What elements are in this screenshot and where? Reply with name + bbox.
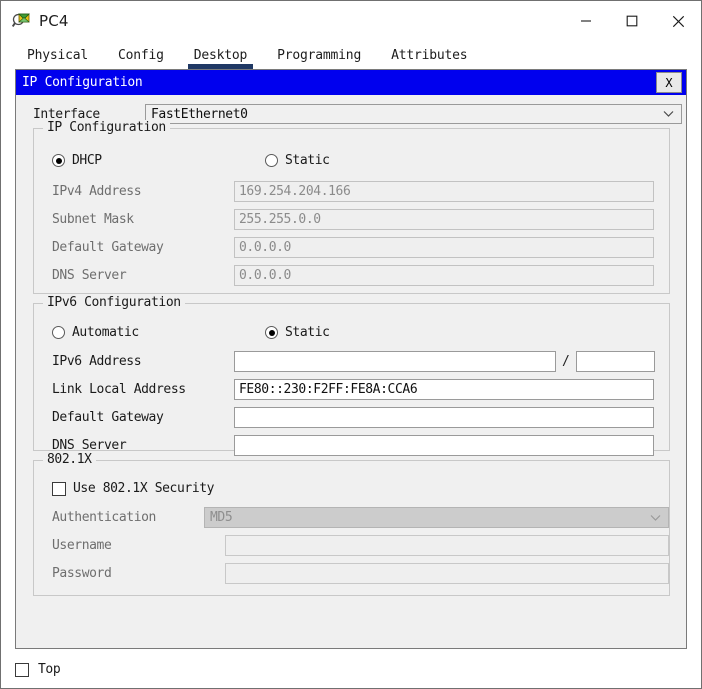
packet-tracer-pc-icon — [11, 12, 30, 30]
subnet-mask-label: Subnet Mask — [52, 212, 134, 227]
ipv6-prefix-input[interactable] — [575, 351, 655, 372]
ipv6-configuration-group: IPv6 Configuration Automatic Static IPv6… — [33, 295, 670, 456]
tab-attributes[interactable]: Attributes — [381, 48, 477, 69]
ipv6-group-title: IPv6 Configuration — [43, 295, 185, 310]
subnet-mask-input[interactable]: 255.255.0.0 — [234, 209, 654, 230]
minimize-icon — [581, 20, 591, 22]
authentication-value: MD5 — [210, 510, 233, 525]
ipv6-address-label: IPv6 Address — [52, 354, 142, 369]
username-label: Username — [52, 538, 112, 553]
ipv4-address-label: IPv4 Address — [52, 184, 142, 199]
username-row: Username — [34, 535, 669, 556]
ipv6-static-label: Static — [285, 325, 330, 340]
ipv6-default-gateway-label: Default Gateway — [52, 410, 164, 425]
ipv4-group-title: IP Configuration — [43, 120, 170, 135]
ipv6-automatic-label: Automatic — [72, 325, 139, 340]
static-ipv4-radio[interactable] — [265, 154, 278, 167]
desktop-content-area: IP Configuration X Interface FastEtherne… — [1, 69, 701, 688]
ipv6-dns-server-label: DNS Server — [52, 438, 127, 453]
ipv6-automatic-radio-option[interactable]: Automatic — [52, 325, 139, 340]
pc-device-window: PC4 Physical Config Desktop Programming … — [0, 0, 702, 689]
ipv4-dns-server-row: DNS Server 0.0.0.0 — [34, 265, 669, 286]
dialog-close-button[interactable]: X — [656, 72, 682, 93]
ipv4-configuration-group: IP Configuration DHCP Static IPv4 Addres… — [33, 120, 670, 294]
tab-programming[interactable]: Programming — [267, 48, 371, 69]
subnet-mask-row: Subnet Mask 255.255.0.0 — [34, 209, 669, 230]
dot1x-group-title: 802.1X — [43, 452, 96, 467]
ipv4-default-gateway-row: Default Gateway 0.0.0.0 — [34, 237, 669, 258]
interface-dropdown[interactable]: FastEthernet0 — [145, 104, 682, 124]
window-title: PC4 — [39, 12, 69, 30]
static-ipv4-label: Static — [285, 153, 330, 168]
dhcp-label: DHCP — [72, 153, 102, 168]
minimize-button[interactable] — [563, 1, 609, 41]
window-titlebar: PC4 — [1, 1, 701, 41]
device-tabstrip: Physical Config Desktop Programming Attr… — [1, 41, 701, 69]
top-label: Top — [38, 662, 61, 677]
window-controls — [563, 1, 701, 41]
chevron-down-icon — [663, 107, 674, 122]
chevron-down-icon — [650, 510, 661, 525]
dialog-caption-bar: IP Configuration X — [16, 70, 686, 95]
maximize-icon — [626, 15, 638, 27]
dhcp-radio-option[interactable]: DHCP — [52, 153, 102, 168]
maximize-button[interactable] — [609, 1, 655, 41]
password-label: Password — [52, 566, 112, 581]
link-local-address-label: Link Local Address — [52, 382, 186, 397]
ipv6-prefix-separator: / — [562, 354, 570, 369]
ipv6-static-radio[interactable] — [265, 326, 278, 339]
use-dot1x-security-label: Use 802.1X Security — [73, 481, 215, 496]
password-row: Password — [34, 563, 669, 584]
ipv4-dns-server-input[interactable]: 0.0.0.0 — [234, 265, 654, 286]
static-ipv4-radio-option[interactable]: Static — [265, 153, 330, 168]
ipv6-dns-server-input[interactable] — [234, 435, 654, 456]
ipv4-dns-server-label: DNS Server — [52, 268, 127, 283]
username-input[interactable] — [225, 535, 669, 556]
close-icon — [672, 15, 684, 27]
ipv6-default-gateway-input[interactable] — [234, 407, 654, 428]
ipv6-dns-server-row: DNS Server — [34, 435, 669, 456]
authentication-row: Authentication MD5 — [34, 507, 669, 528]
authentication-label: Authentication — [52, 510, 156, 525]
link-local-address-input[interactable]: FE80::230:F2FF:FE8A:CCA6 — [234, 379, 654, 400]
top-checkbox-row[interactable]: Top — [15, 662, 61, 677]
close-button[interactable] — [655, 1, 701, 41]
use-dot1x-security-option[interactable]: Use 802.1X Security — [52, 481, 215, 496]
password-input[interactable] — [225, 563, 669, 584]
ipv6-static-radio-option[interactable]: Static — [265, 325, 330, 340]
dialog-title: IP Configuration — [22, 75, 143, 90]
ipv4-address-input[interactable]: 169.254.204.166 — [234, 181, 654, 202]
tab-config[interactable]: Config — [108, 48, 174, 69]
ipv6-default-gateway-row: Default Gateway — [34, 407, 669, 428]
top-checkbox[interactable] — [15, 662, 29, 677]
link-local-address-row: Link Local Address FE80::230:F2FF:FE8A:C… — [34, 379, 669, 400]
tab-desktop[interactable]: Desktop — [184, 48, 257, 69]
ipv6-automatic-radio[interactable] — [52, 326, 65, 339]
ipv4-address-row: IPv4 Address 169.254.204.166 — [34, 181, 669, 202]
authentication-dropdown[interactable]: MD5 — [204, 507, 669, 528]
ip-configuration-panel: IP Configuration X Interface FastEtherne… — [15, 69, 687, 649]
dot1x-group: 802.1X Use 802.1X Security Authenticatio… — [33, 452, 670, 596]
dhcp-radio[interactable] — [52, 154, 65, 167]
tab-physical[interactable]: Physical — [17, 48, 98, 69]
use-dot1x-security-checkbox[interactable] — [52, 481, 66, 496]
ipv4-default-gateway-input[interactable]: 0.0.0.0 — [234, 237, 654, 258]
ipv6-address-row: IPv6 Address / — [34, 351, 669, 372]
ipv6-address-input[interactable] — [234, 351, 556, 372]
ipv4-default-gateway-label: Default Gateway — [52, 240, 164, 255]
